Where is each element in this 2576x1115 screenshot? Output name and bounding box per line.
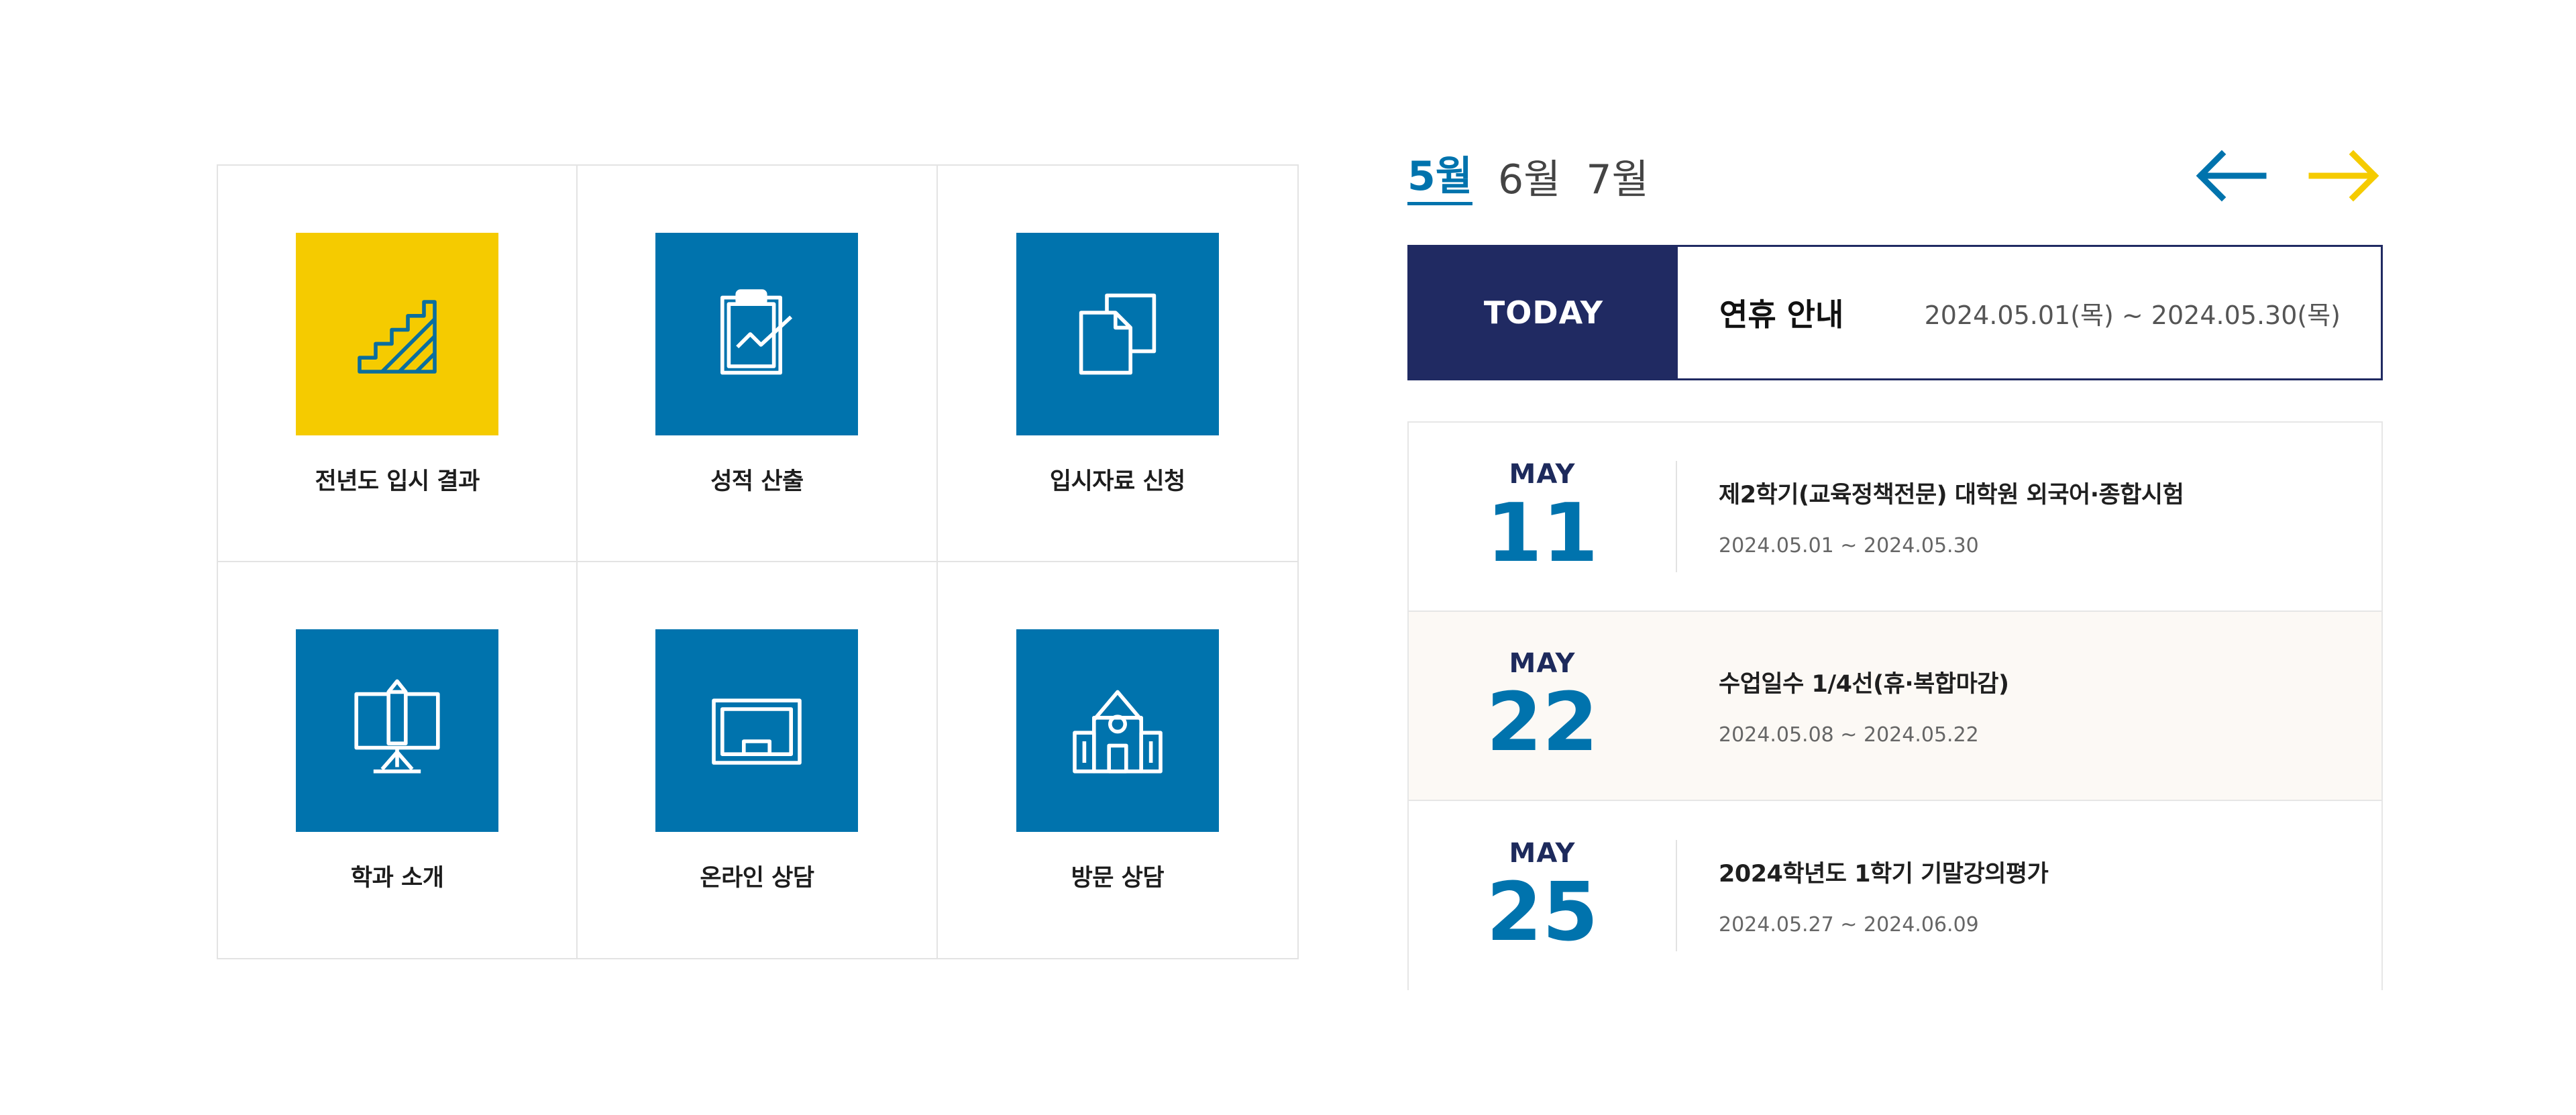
event-item[interactable]: MAY 11 제2학기(교육정책전문) 대학원 외국어·종합시험 2024.05… (1409, 423, 2381, 612)
event-day: 11 (1486, 487, 1599, 580)
quick-menu-item-department-intro[interactable]: 학과 소개 (218, 562, 578, 958)
month-tabs: 5월 6월 7월 (1407, 151, 1649, 205)
quick-menu-label: 온라인 상담 (700, 864, 814, 892)
event-month: MAY (1509, 459, 1576, 490)
stairs-icon (358, 300, 437, 374)
school-building-icon (1073, 690, 1163, 774)
quick-menu-label: 학과 소개 (350, 864, 444, 892)
tile-grade-calculation (655, 233, 859, 435)
event-day: 25 (1486, 866, 1599, 959)
quick-menu-label: 입시자료 신청 (1049, 468, 1185, 495)
event-month: MAY (1509, 838, 1576, 869)
month-navigation (2194, 149, 2381, 203)
easel-pencil-icon (354, 679, 440, 774)
event-date: MAY 25 (1409, 838, 1677, 959)
event-title: 2024학년도 1학기 기말강의평가 (1719, 861, 2049, 888)
event-body: 2024학년도 1학기 기말강의평가 2024.05.27 ~ 2024.06.… (1719, 855, 2049, 937)
event-date-range: 2024.05.08 ~ 2024.05.22 (1719, 723, 1979, 747)
event-body: 제2학기(교육정책전문) 대학원 외국어·종합시험 2024.05.01 ~ 2… (1719, 476, 2184, 558)
tab-june[interactable]: 6월 (1498, 154, 1560, 205)
quick-menu-item-visit-consultation[interactable]: 방문 상담 (938, 562, 1297, 959)
tile-admission-results (296, 233, 499, 435)
arrow-left-icon[interactable] (2194, 149, 2267, 203)
documents-icon (1079, 293, 1157, 375)
event-title: 제2학기(교육정책전문) 대학원 외국어·종합시험 (1719, 482, 2184, 509)
event-date-range: 2024.05.27 ~ 2024.06.09 (1719, 913, 1979, 937)
event-body: 수업일수 1/4선(휴·복합마감) 2024.05.08 ~ 2024.05.2… (1719, 665, 2009, 747)
quick-menu-grid: 전년도 입시 결과 성적 산출 입시자료 신청 학과 소개 온라인 상담 방문 … (217, 164, 1299, 959)
today-date-range: 2024.05.01(목) ~ 2024.05.30(목) (1924, 300, 2341, 330)
event-date: MAY 11 (1409, 459, 1677, 580)
tile-admission-materials (1016, 233, 1219, 435)
quick-menu-label: 전년도 입시 결과 (315, 468, 480, 495)
quick-menu-item-grade-calculation[interactable]: 성적 산출 (578, 166, 938, 562)
monitor-icon (712, 698, 802, 765)
quick-menu-label: 방문 상담 (1071, 864, 1165, 892)
today-title: 연휴 안내 (1719, 297, 1844, 333)
arrow-right-icon[interactable] (2308, 149, 2381, 203)
clipboard-chart-icon (720, 289, 793, 375)
event-title: 수업일수 1/4선(휴·복합마감) (1719, 671, 2009, 698)
event-date: MAY 22 (1409, 648, 1677, 769)
quick-menu-item-admission-materials[interactable]: 입시자료 신청 (937, 166, 1297, 562)
tab-july[interactable]: 7월 (1586, 154, 1648, 205)
today-banner[interactable]: TODAY 연휴 안내 2024.05.01(목) ~ 2024.05.30(목… (1407, 245, 2383, 380)
tile-online-consultation (655, 629, 859, 832)
tile-visit-consultation (1016, 629, 1219, 832)
today-tag: TODAY (1409, 247, 1678, 378)
quick-menu-item-online-consultation[interactable]: 온라인 상담 (578, 562, 938, 958)
tile-department-intro (296, 629, 499, 832)
quick-menu-label: 성적 산출 (710, 468, 804, 495)
tab-may[interactable]: 5월 (1407, 151, 1472, 205)
quick-menu-item-admission-results[interactable]: 전년도 입시 결과 (218, 166, 578, 562)
event-list: MAY 11 제2학기(교육정책전문) 대학원 외국어·종합시험 2024.05… (1407, 421, 2383, 990)
event-day: 22 (1486, 676, 1599, 769)
event-item[interactable]: MAY 25 2024학년도 1학기 기말강의평가 2024.05.27 ~ 2… (1409, 801, 2381, 990)
event-date-range: 2024.05.01 ~ 2024.05.30 (1719, 534, 1979, 558)
event-item[interactable]: MAY 22 수업일수 1/4선(휴·복합마감) 2024.05.08 ~ 20… (1409, 612, 2381, 801)
event-month: MAY (1509, 648, 1576, 679)
